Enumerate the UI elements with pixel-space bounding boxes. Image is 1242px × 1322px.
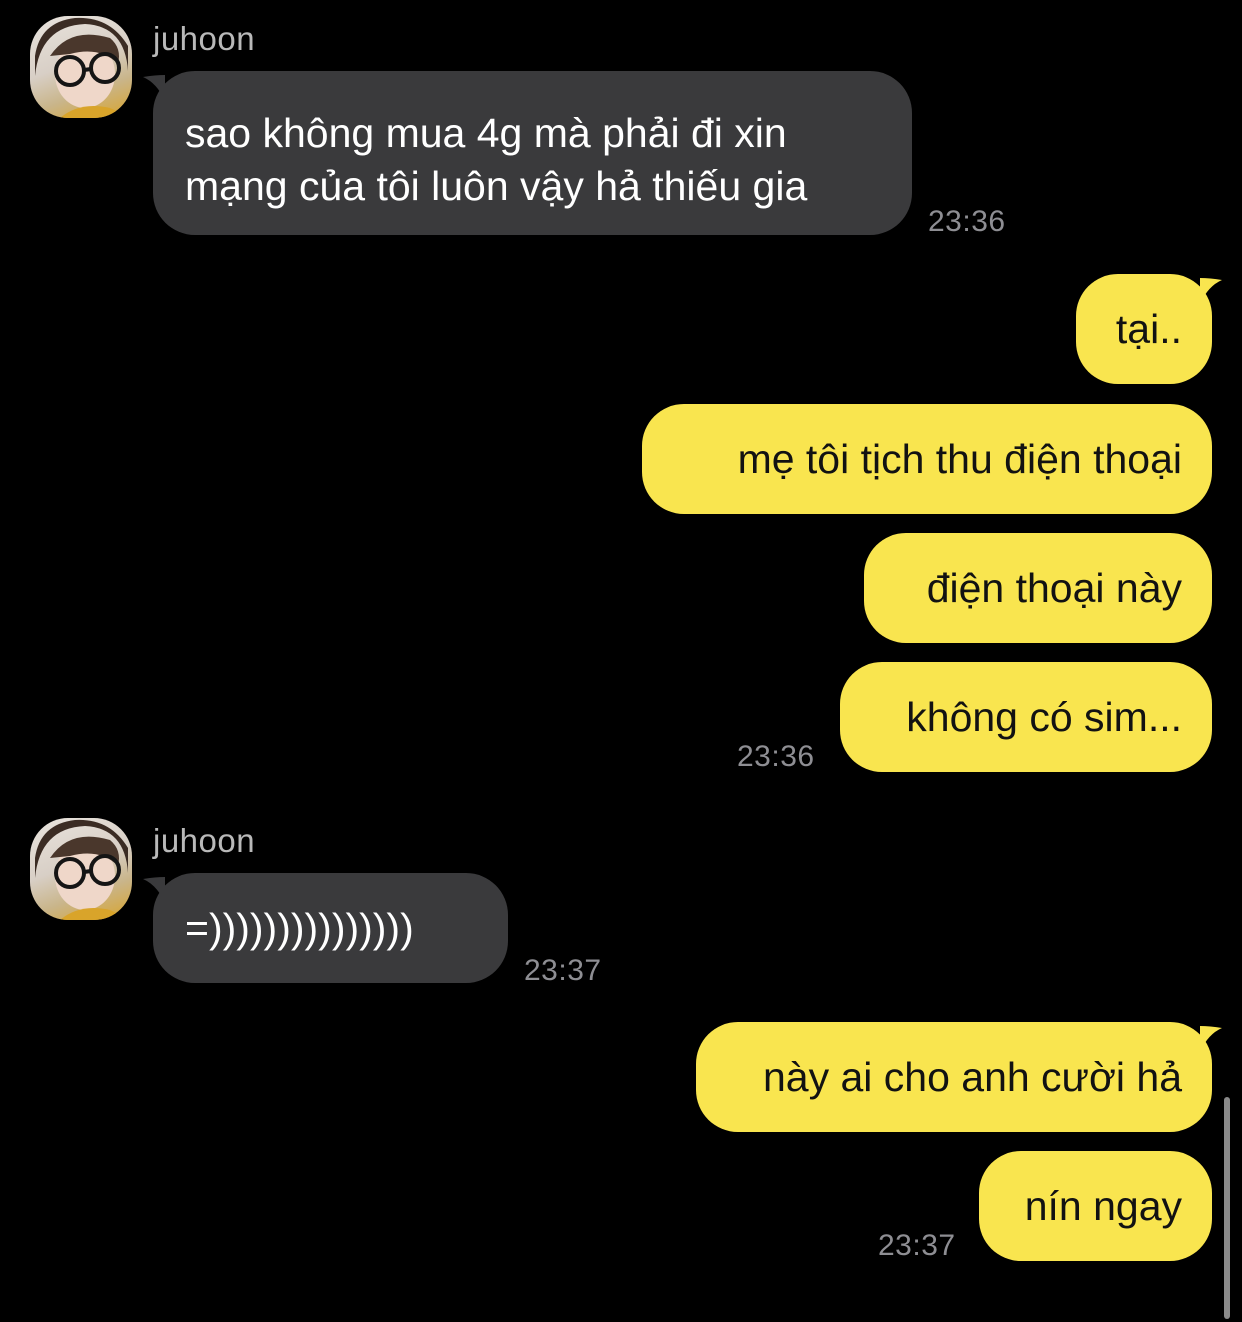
message-text: này ai cho anh cười hả bbox=[762, 1053, 1182, 1100]
outgoing-bubble-tail bbox=[1200, 278, 1222, 304]
chat-thread[interactable]: juhoon sao không mua 4g mà phải đi xin m… bbox=[0, 0, 1242, 1322]
message-timestamp: 23:36 bbox=[928, 205, 1006, 238]
incoming-message-bubble[interactable]: =))))))))))))))) bbox=[153, 873, 508, 983]
message-timestamp: 23:37 bbox=[878, 1229, 956, 1262]
outgoing-message-bubble[interactable]: điện thoại này bbox=[864, 533, 1212, 643]
sender-name: juhoon bbox=[153, 20, 256, 57]
sender-avatar[interactable] bbox=[30, 16, 132, 118]
message-text-line: sao không mua 4g mà phải đi xin bbox=[185, 110, 787, 156]
message-timestamp: 23:36 bbox=[737, 740, 815, 773]
scrollbar[interactable] bbox=[1224, 1097, 1230, 1319]
incoming-bubble-tail bbox=[143, 877, 165, 903]
message-timestamp: 23:37 bbox=[524, 954, 602, 987]
profile-photo-icon bbox=[35, 819, 132, 920]
outgoing-message-bubble[interactable]: mẹ tôi tịch thu điện thoại bbox=[642, 404, 1212, 514]
message-text: điện thoại này bbox=[926, 564, 1182, 611]
outgoing-message-bubble[interactable]: không có sim... bbox=[840, 662, 1212, 772]
message-text: nín ngay bbox=[1024, 1182, 1182, 1229]
message-text: không có sim... bbox=[906, 693, 1182, 740]
incoming-message-bubble[interactable]: sao không mua 4g mà phải đi xin mạng của… bbox=[153, 71, 912, 235]
message-text: mẹ tôi tịch thu điện thoại bbox=[737, 435, 1182, 482]
outgoing-message-bubble[interactable]: tại.. bbox=[1076, 274, 1212, 384]
message-text-line: mạng của tôi luôn vậy hả thiếu gia bbox=[185, 163, 808, 209]
sender-name: juhoon bbox=[153, 822, 256, 859]
sender-avatar[interactable] bbox=[30, 818, 132, 920]
message-text: tại.. bbox=[1115, 305, 1182, 352]
incoming-bubble-tail bbox=[143, 75, 165, 101]
profile-photo-icon bbox=[35, 17, 132, 118]
outgoing-bubble-tail bbox=[1200, 1026, 1222, 1052]
outgoing-message-bubble[interactable]: nín ngay bbox=[979, 1151, 1212, 1261]
message-text: =))))))))))))))) bbox=[185, 905, 414, 951]
outgoing-message-bubble[interactable]: này ai cho anh cười hả bbox=[696, 1022, 1212, 1132]
